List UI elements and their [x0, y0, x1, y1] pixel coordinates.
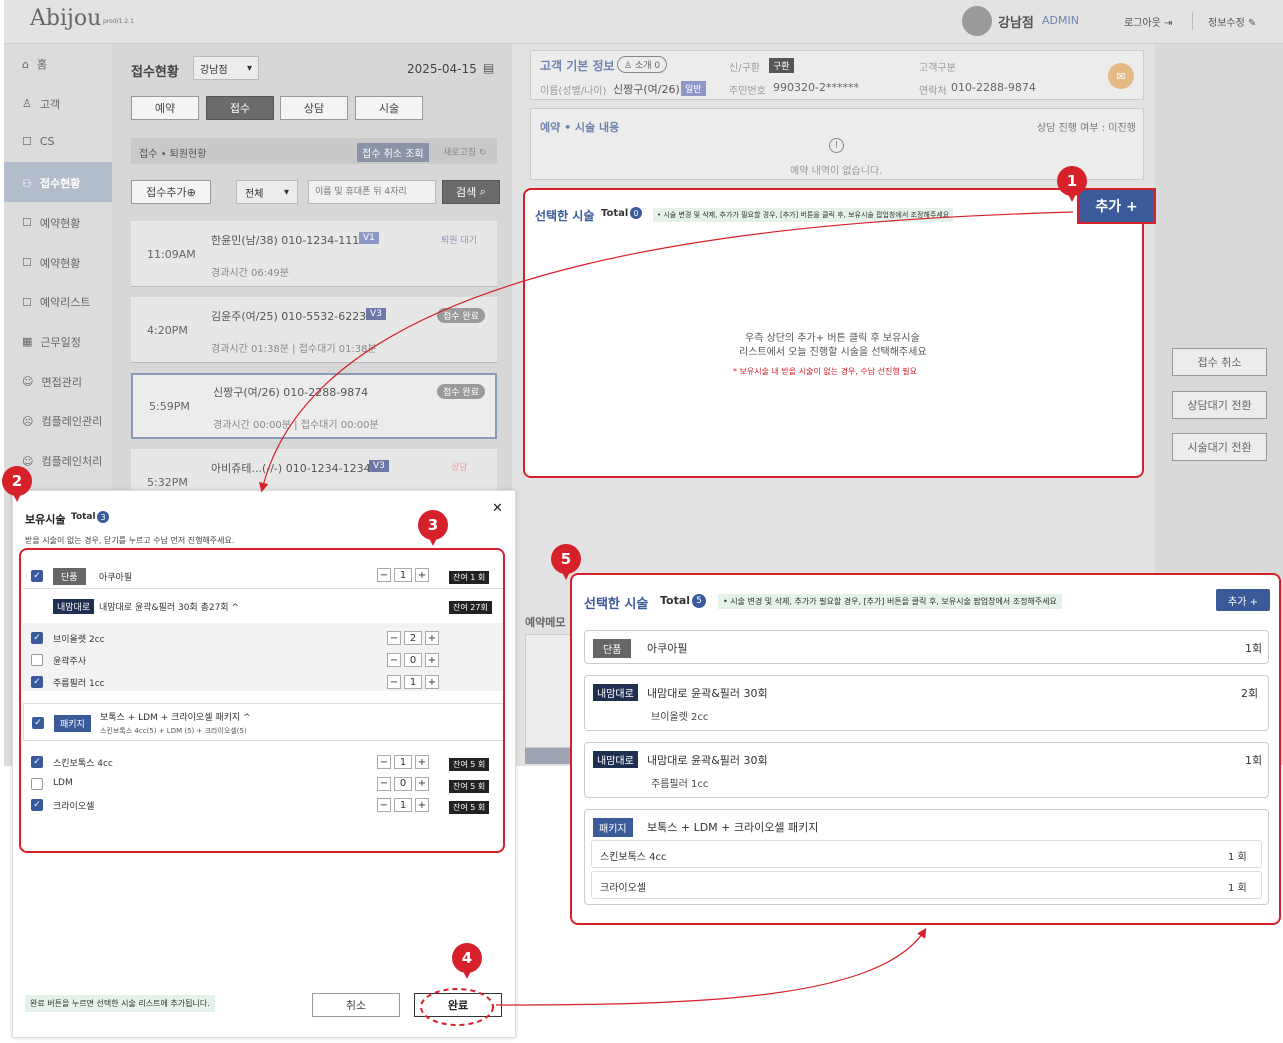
- step-marker-2: 2: [2, 466, 32, 502]
- flow-arrows: [259, 211, 1074, 1006]
- step-marker-4: 4: [452, 943, 482, 979]
- step-marker-1: 1: [1057, 166, 1087, 202]
- step-marker-5: 5: [551, 544, 581, 580]
- step-marker-3: 3: [418, 510, 448, 546]
